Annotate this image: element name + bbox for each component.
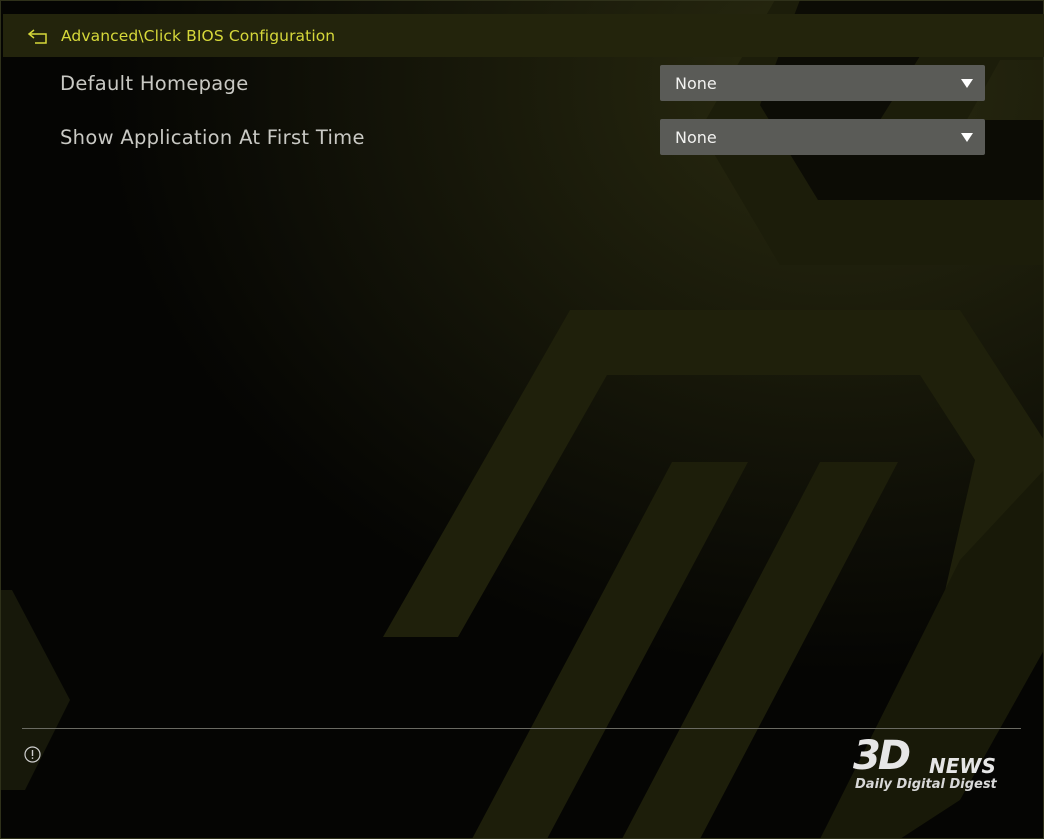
select-value: None <box>675 127 717 147</box>
back-arrow-icon[interactable] <box>27 26 49 46</box>
setting-label: Show Application At First Time <box>60 125 365 149</box>
setting-row-show-application[interactable]: Show Application At First Time None <box>60 119 985 155</box>
setting-row-default-homepage[interactable]: Default Homepage None <box>60 65 985 101</box>
watermark-logo-news: NEWS <box>929 754 996 778</box>
watermark-logo: 3D NEWS Daily Digital Digest <box>853 736 1015 796</box>
info-icon <box>24 746 41 763</box>
dropdown-arrow-icon <box>961 133 973 142</box>
setting-label: Default Homepage <box>60 71 249 95</box>
show-application-select[interactable]: None <box>660 119 985 155</box>
breadcrumb-bar: Advanced\Click BIOS Configuration <box>3 14 1044 57</box>
default-homepage-select[interactable]: None <box>660 65 985 101</box>
select-value: None <box>675 73 717 93</box>
watermark-logo-main: 3D <box>853 733 911 779</box>
watermark-tagline: Daily Digital Digest <box>855 777 997 792</box>
help-divider <box>22 728 1021 729</box>
dropdown-arrow-icon <box>961 79 973 88</box>
breadcrumb: Advanced\Click BIOS Configuration <box>61 26 336 45</box>
